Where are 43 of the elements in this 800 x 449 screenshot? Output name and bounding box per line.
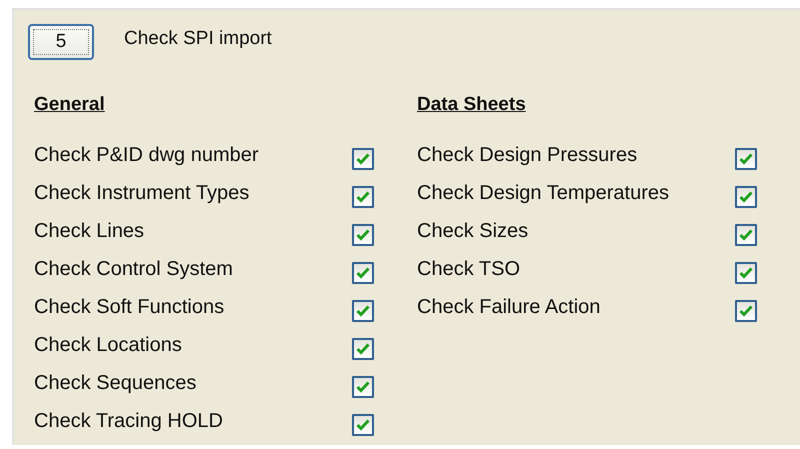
check-mark-icon <box>356 229 370 241</box>
option-label: Check Sequences <box>34 372 198 394</box>
option-label: Check Tracing HOLD <box>34 410 224 432</box>
check-mark-icon <box>356 343 370 355</box>
option-label: Check Control System <box>34 258 234 280</box>
checkbox[interactable] <box>735 148 757 170</box>
option-label: Check Instrument Types <box>34 182 250 204</box>
section-heading: General <box>34 94 105 116</box>
section-heading: Data Sheets <box>417 94 526 116</box>
check-mark-icon <box>356 267 370 279</box>
check-mark-icon <box>356 153 370 165</box>
checkbox[interactable] <box>352 300 374 322</box>
option-label: Check Design Temperatures <box>417 182 670 204</box>
check-mark-icon <box>356 191 370 203</box>
checkbox[interactable] <box>352 186 374 208</box>
check-mark-icon <box>739 229 753 241</box>
counter-button[interactable]: 5 <box>28 24 94 60</box>
checkbox[interactable] <box>352 338 374 360</box>
checkbox[interactable] <box>735 224 757 246</box>
checkbox[interactable] <box>352 262 374 284</box>
checkbox[interactable] <box>352 376 374 398</box>
check-mark-icon <box>739 267 753 279</box>
option-label: Check Failure Action <box>417 296 602 318</box>
checkbox[interactable] <box>735 262 757 284</box>
option-label: Check Sizes <box>417 220 530 242</box>
option-label: Check P&ID dwg number <box>34 144 260 166</box>
checkbox[interactable] <box>352 148 374 170</box>
check-mark-icon <box>739 305 753 317</box>
option-label: Check Lines <box>34 220 146 242</box>
option-label: Check Design Pressures <box>417 144 638 166</box>
checkbox[interactable] <box>735 300 757 322</box>
check-mark-icon <box>356 381 370 393</box>
check-mark-icon <box>356 419 370 431</box>
check-mark-icon <box>739 153 753 165</box>
checkbox[interactable] <box>352 224 374 246</box>
option-label: Check Soft Functions <box>34 296 226 318</box>
check-mark-icon <box>739 191 753 203</box>
option-label: Check Locations <box>34 334 183 356</box>
panel-title: Check SPI import <box>124 28 272 50</box>
checkbox[interactable] <box>735 186 757 208</box>
check-mark-icon <box>356 305 370 317</box>
option-label: Check TSO <box>417 258 521 280</box>
checkbox[interactable] <box>352 414 374 436</box>
